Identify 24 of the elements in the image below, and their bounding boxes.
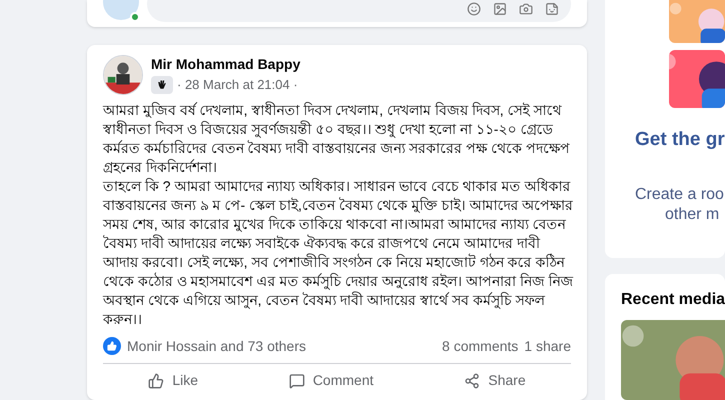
reactions-count[interactable]: Monir Hossain and 73 others xyxy=(127,336,306,356)
hand-icon xyxy=(151,76,173,94)
like-reaction-icon xyxy=(103,337,121,355)
speech-bubble-icon xyxy=(288,372,305,388)
post-action-button[interactable]: Comment xyxy=(276,366,386,395)
rooms-description: other m xyxy=(664,204,720,224)
post-text: তাহলে কি ? আমরা আমাদের ন্যায্য অধিকার। সাধারন ভাবে বেচে থাকার মত অধিকার বাস্তবায়নের জন্য ৯ ম পে- স্কেল চাই,বেতন বৈষম্য থেকে মুক্তি চাই। আমাদের অপেক্ষার সময় শেষ, আর কারোর মুখের দিকে তাকিয়ে থাকবো না।আমরা আমাদের ন্যায্য বেতন বৈষম্য দাবী আদায়ের লক্ষ্যে সবাইকে ঐক্যবদ্ধ করে রাজপথে নেমে আমাদের দাবী আদায় করবো। সেই লক্ষ্যে, সব পেশাজীবি সংগঠন কে নিয়ে মহাজোট গঠন করে কঠিন থেকে কঠোর ও মহাসমাবেশ এর মত কর্মসুচি দেয়ার অনুরোধ রইল। আপনারা নিজ নিজ অবস্থান থেকে এগিয়ে আসুন, বেতন বৈষম্য দাবী আদায়ের স্বার্থে সব কর্মসুচি সফল করুন।। xyxy=(103,177,575,329)
thumbs-up-icon xyxy=(148,372,164,388)
photo-icon xyxy=(493,2,507,16)
post-text: আমরা মুজিব বর্ষ দেখলাম, স্বাধীনতা দিবস দেখলাম, দেখলাম বিজয় দিবস, সেই সাথে স্বাধীনতা দিবস ও বিজয়ের সুবর্ণজয়ন্তী ৫০ বছর।। শুধু দেখা হলো না ১১-২০ গ্রেডে কর্মরত কর্মচারিদের বেতন বৈষম্য দাবী বাস্তবায়নের জন্য সরকারের পক্ষ থেকে পদক্ষেপ গ্রহনের দিকনির্দেশনা। xyxy=(103,101,571,177)
post-action-button[interactable]: Share xyxy=(452,366,538,395)
rooms-description: Create a roo xyxy=(635,184,724,204)
author-name[interactable]: Mir Mohammad Bappy xyxy=(151,55,300,73)
post-time[interactable]: · 28 March at 21:04 · xyxy=(177,75,298,94)
share-icon xyxy=(464,372,480,388)
sticker-icon xyxy=(545,2,559,16)
rooms-title: Get the gr xyxy=(635,128,725,152)
recent-media-title: Recent media xyxy=(621,291,725,308)
post-action-button[interactable]: Like xyxy=(136,366,210,395)
camera-icon xyxy=(519,2,533,16)
shares-count[interactable]: 1 share xyxy=(524,336,571,356)
emoji-icon xyxy=(467,2,481,16)
comments-count[interactable]: 8 comments xyxy=(442,336,518,356)
author-avatar[interactable] xyxy=(103,55,143,95)
